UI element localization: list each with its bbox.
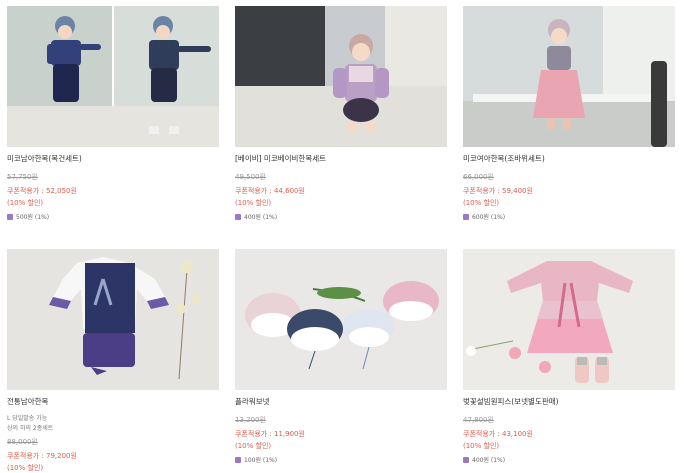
product-image[interactable] — [463, 6, 675, 147]
points-icon — [235, 456, 241, 463]
discount-rate: (10% 할인) — [463, 199, 500, 207]
discount-rate: (10% 할인) — [463, 442, 500, 450]
discount-rate: (10% 할인) — [7, 199, 44, 207]
product-card[interactable]: 전통남아한복 L 당일발송 가능 상의 하의 2종세트 88,000원 쿠폰적용… — [7, 249, 219, 473]
product-name[interactable]: 미코여아한복(조바위세트) — [463, 153, 675, 163]
points-icon — [463, 456, 469, 463]
product-notes: L 당일발송 가능 상의 하의 2종세트 — [7, 414, 219, 434]
discount-rate: (10% 할인) — [235, 442, 272, 450]
points-icon — [235, 213, 241, 220]
product-name[interactable]: 전통남아한복 — [7, 396, 219, 406]
discount-rate: (10% 할인) — [235, 199, 272, 207]
coupon-price: 쿠폰적용가 : 44,600원 — [235, 187, 305, 195]
product-image[interactable] — [235, 6, 447, 147]
coupon-price: 쿠폰적용가 : 79,200원 — [7, 452, 77, 460]
points: 400원 (1%) — [463, 455, 675, 464]
points: 500원 (1%) — [7, 212, 219, 221]
product-card[interactable]: 미코남아한복(복건세트) 57,750원 쿠폰적용가 : 52,050원 (10… — [7, 6, 219, 221]
points-icon — [7, 213, 13, 220]
points: 400원 (1%) — [235, 212, 447, 221]
coupon-price: 쿠폰적용가 : 52,050원 — [7, 187, 77, 195]
product-image[interactable] — [463, 249, 675, 390]
points-label: 400원 (1%) — [472, 457, 506, 464]
product-note: 상의 하의 2종세트 — [7, 425, 54, 432]
original-price: 47,800원 — [463, 416, 494, 424]
product-name[interactable]: [베이비] 미코베이비한복세트 — [235, 153, 447, 163]
original-price: 13,200원 — [235, 416, 266, 424]
discount-rate: (10% 할인) — [7, 464, 44, 472]
points: 100원 (1%) — [235, 455, 447, 464]
original-price: 66,000원 — [463, 173, 494, 181]
product-card[interactable]: [베이비] 미코베이비한복세트 49,500원 쿠폰적용가 : 44,600원 … — [235, 6, 447, 221]
product-card[interactable]: 플라워보넷 13,200원 쿠폰적용가 : 11,900원 (10% 할인) 1… — [235, 249, 447, 464]
points-label: 100원 (1%) — [244, 457, 278, 464]
points-label: 400원 (1%) — [244, 214, 278, 221]
points: 600원 (1%) — [463, 212, 675, 221]
original-price: 57,750원 — [7, 173, 38, 181]
product-card[interactable]: 미코여아한복(조바위세트) 66,000원 쿠폰적용가 : 59,400원 (1… — [463, 6, 675, 221]
product-card[interactable]: 벚꽃설빔원피스(보넷별도판매) 47,800원 쿠폰적용가 : 43,100원 … — [463, 249, 675, 464]
original-price: 49,500원 — [235, 173, 266, 181]
points-label: 500원 (1%) — [16, 214, 50, 221]
product-image[interactable] — [7, 6, 219, 147]
coupon-price: 쿠폰적용가 : 11,900원 — [235, 430, 305, 438]
product-image[interactable] — [7, 249, 219, 390]
coupon-price: 쿠폰적용가 : 43,100원 — [463, 430, 533, 438]
product-name[interactable]: 미코남아한복(복건세트) — [7, 153, 219, 163]
product-image[interactable] — [235, 249, 447, 390]
points-label: 600원 (1%) — [472, 214, 506, 221]
coupon-price: 쿠폰적용가 : 59,400원 — [463, 187, 533, 195]
product-name[interactable]: 벚꽃설빔원피스(보넷별도판매) — [463, 396, 675, 406]
points-icon — [463, 213, 469, 220]
product-name[interactable]: 플라워보넷 — [235, 396, 447, 406]
original-price: 88,000원 — [7, 438, 38, 446]
product-note: L 당일발송 가능 — [7, 415, 48, 422]
